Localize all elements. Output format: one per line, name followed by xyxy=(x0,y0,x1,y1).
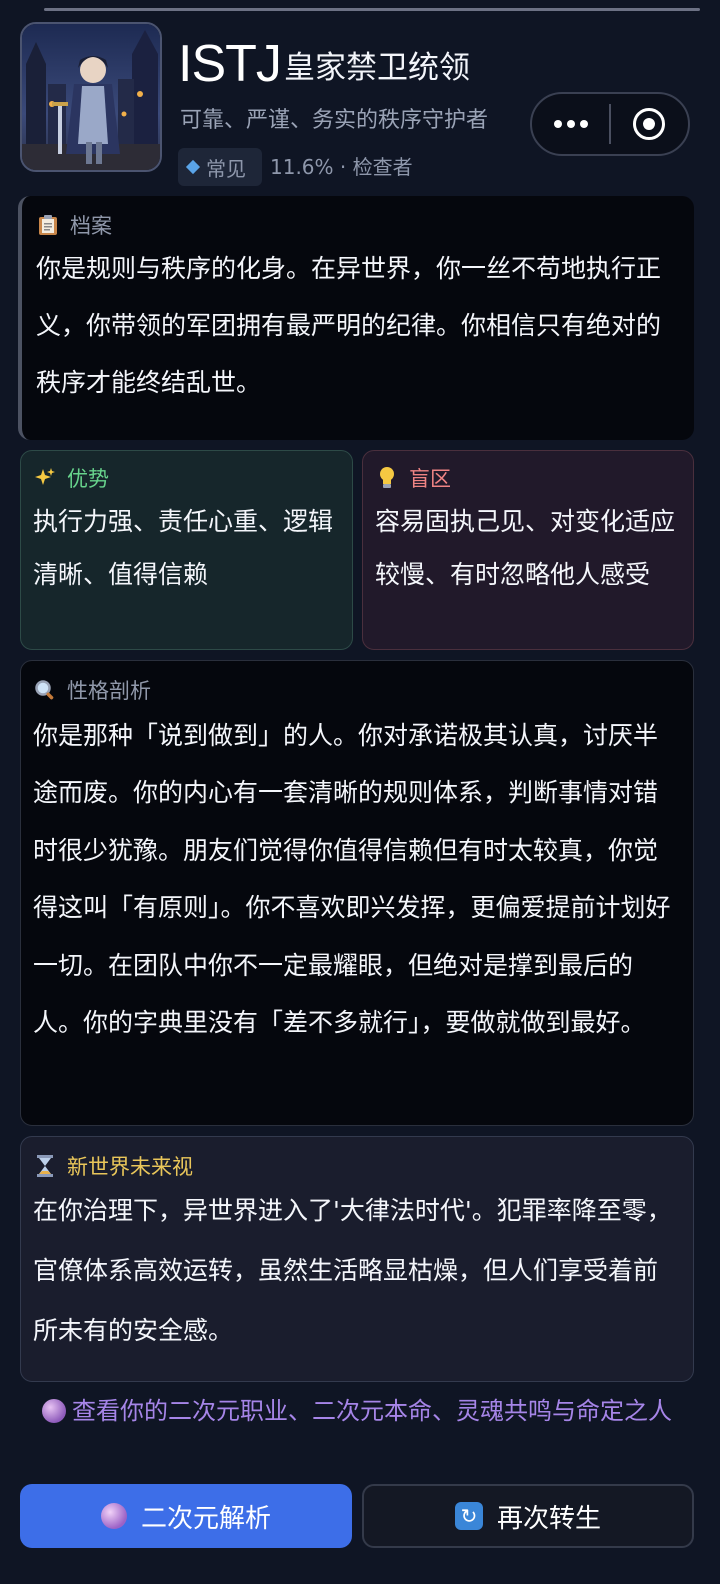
strengths-header: 优势 xyxy=(33,463,340,493)
analyze-button[interactable]: 二次元解析 xyxy=(20,1484,352,1548)
more-button[interactable] xyxy=(532,94,609,154)
top-divider xyxy=(44,8,700,11)
rebirth-button[interactable]: ↻ 再次转生 xyxy=(362,1484,694,1548)
analysis-header: 性格剖析 xyxy=(33,675,681,705)
sparkles-icon xyxy=(33,466,57,490)
analysis-text: 你是那种「说到做到」的人。你对承诺极其认真，讨厌半途而废。你的内心有一套清晰的规… xyxy=(33,721,671,1038)
target-icon xyxy=(633,108,666,140)
analysis-heading: 性格剖析 xyxy=(67,679,151,703)
archive-header: 档案 xyxy=(36,210,678,240)
miniprogram-capsule xyxy=(530,92,690,156)
character-subtitle: 可靠、严谨、务实的秩序守护者 xyxy=(180,108,489,133)
blindspots-card: 盲区 容易固执己见、对变化适应较慢、有时忽略他人感受 xyxy=(362,450,694,650)
character-title: 皇家禁卫统领 xyxy=(284,50,470,86)
future-heading: 新世界未来视 xyxy=(67,1155,193,1179)
crystal-ball-icon xyxy=(100,1503,127,1529)
future-text: 在你治理下，异世界进入了'大律法时代'。犯罪率降至零，官僚体系高效运转，虽然生活… xyxy=(33,1196,672,1345)
blindspots-header: 盲区 xyxy=(375,463,681,493)
refresh-icon: ↻ xyxy=(454,1502,483,1530)
clipboard-icon xyxy=(36,213,60,237)
character-avatar xyxy=(20,22,162,172)
future-header: 新世界未来视 xyxy=(33,1151,681,1181)
strengths-text: 执行力强、责任心重、逻辑清晰、值得信赖 xyxy=(33,507,334,589)
blindspots-heading: 盲区 xyxy=(409,467,451,491)
future-card: 新世界未来视 在你治理下，异世界进入了'大律法时代'。犯罪率降至零，官僚体系高效… xyxy=(20,1136,694,1382)
archive-text: 你是规则与秩序的化身。在异世界，你一丝不苟地执行正义，你带领的军团拥有最严明的纪… xyxy=(36,254,662,397)
analyze-button-label: 二次元解析 xyxy=(140,1503,271,1534)
archive-card: 档案 你是规则与秩序的化身。在异世界，你一丝不苟地执行正义，你带领的军团拥有最严… xyxy=(18,196,694,440)
diamond-icon xyxy=(185,159,201,175)
strengths-heading: 优势 xyxy=(67,467,109,491)
archive-heading: 档案 xyxy=(70,214,112,238)
more-dots-icon xyxy=(553,120,562,128)
rarity-meta: 11.6% · 检查者 xyxy=(270,155,413,179)
more-results-link[interactable]: 查看你的二次元职业、二次元本命、灵魂共鸣与命定之人 xyxy=(12,1392,702,1430)
analysis-card: 性格剖析 你是那种「说到做到」的人。你对承诺极其认真，讨厌半途而废。你的内心有一… xyxy=(20,660,694,1126)
rarity-badge: 常见 xyxy=(178,148,262,186)
more-results-link-text: 查看你的二次元职业、二次元本命、灵魂共鸣与命定之人 xyxy=(72,1397,672,1425)
personality-type-code: ISTJ xyxy=(178,35,282,93)
strengths-card: 优势 执行力强、责任心重、逻辑清晰、值得信赖 xyxy=(20,450,353,650)
crystal-ball-icon xyxy=(42,1399,66,1423)
result-page: ISTJ 皇家禁卫统领 可靠、严谨、务实的秩序守护者 常见 11.6% · 检查… xyxy=(0,0,720,1584)
rarity-label: 常见 xyxy=(206,156,246,181)
close-miniprogram-button[interactable] xyxy=(611,94,688,154)
rebirth-button-label: 再次转生 xyxy=(496,1503,601,1534)
hourglass-icon xyxy=(33,1154,57,1178)
magnifier-icon xyxy=(33,678,57,702)
blindspots-text: 容易固执己见、对变化适应较慢、有时忽略他人感受 xyxy=(375,507,676,589)
lightbulb-icon xyxy=(375,466,399,490)
